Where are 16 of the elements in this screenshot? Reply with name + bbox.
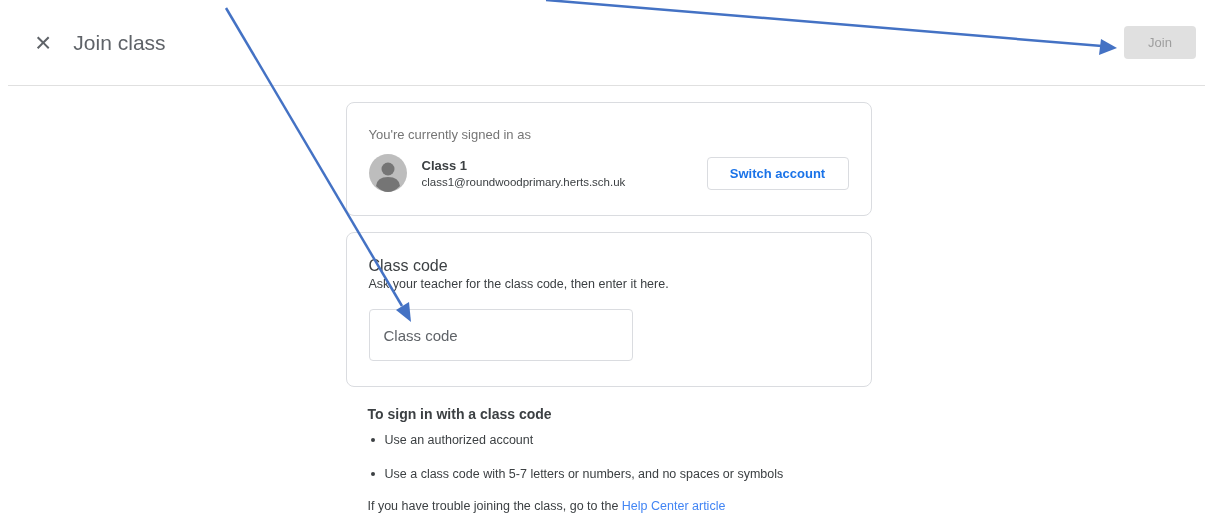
help-center-link[interactable]: Help Center article: [621, 499, 726, 513]
bullet-icon: [370, 437, 375, 442]
signed-in-caption: You're currently signed in as: [368, 127, 532, 142]
class-code-hint: Ask your teacher for the class code, then enter it here.: [368, 277, 670, 291]
class-code-field[interactable]: Class code: [368, 309, 633, 361]
account-email: class1@roundwoodprimary.herts.sch.uk: [421, 176, 627, 188]
help-footer-text: If you have trouble joining the class, go to the Help Center article: [367, 499, 727, 513]
help-bullet-text: Use a class code with 5-7 letters or numbers, and no spaces or symbols: [384, 466, 784, 481]
bullet-icon: [370, 471, 375, 476]
close-icon[interactable]: ×: [35, 28, 52, 57]
help-heading: To sign in with a class code: [367, 406, 553, 422]
avatar-icon: [368, 154, 407, 192]
account-name: Class 1: [421, 158, 469, 173]
help-bullet-text: Use an authorized account: [384, 432, 534, 447]
switch-account-button[interactable]: Switch account: [706, 156, 849, 190]
page-title: Join class: [73, 30, 167, 55]
